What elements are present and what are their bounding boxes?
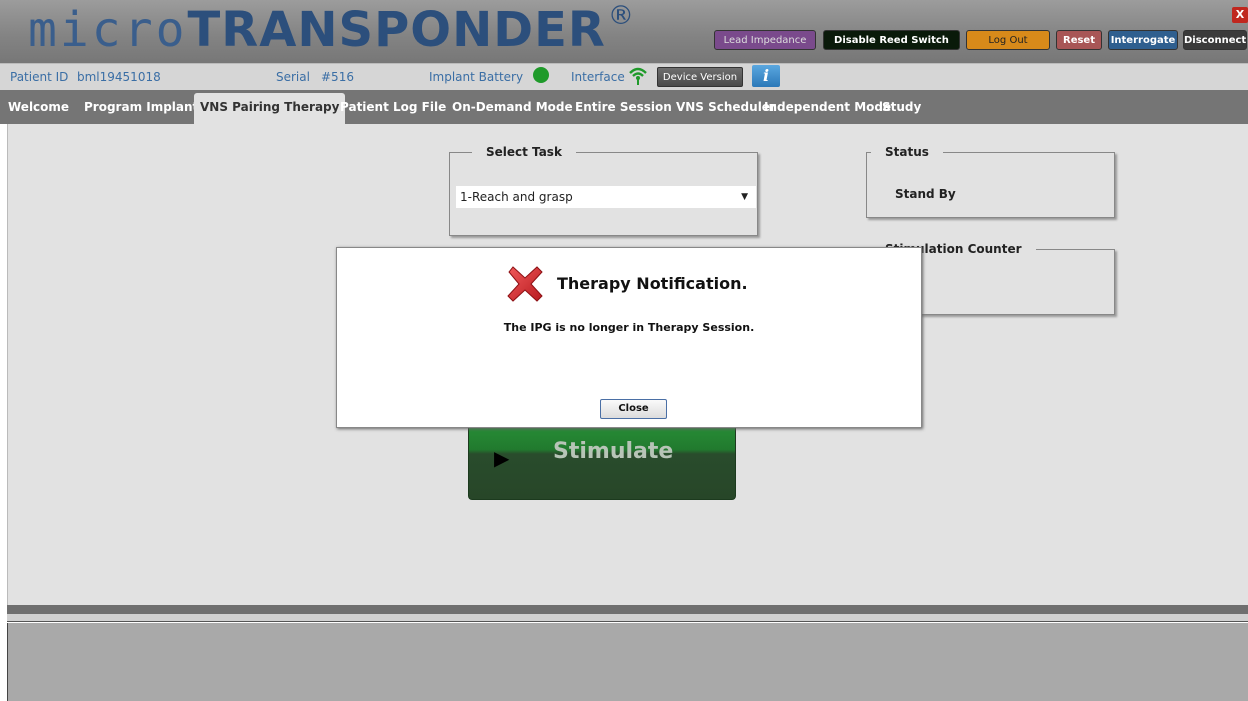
splitter-handle[interactable] (7, 614, 1248, 622)
dialog-title: Therapy Notification. (557, 274, 748, 293)
task-select-dropdown[interactable]: 1-Reach and grasp ▼ (456, 186, 756, 208)
disable-reed-switch-button[interactable]: Disable Reed Switch (823, 30, 960, 50)
serial-label: Serial (276, 70, 310, 84)
patient-id-label: Patient ID (10, 70, 69, 84)
device-version-button[interactable]: Device Version (657, 67, 743, 87)
disconnect-button[interactable]: Disconnect (1183, 30, 1247, 50)
logo-transponder-text: TRANSPONDER (187, 2, 606, 58)
splitter-bar[interactable] (7, 605, 1248, 614)
reset-button[interactable]: Reset (1056, 30, 1102, 50)
tab-program-implant[interactable]: Program Implant (78, 90, 204, 124)
main-tab-bar: Welcome Program Implant VNS Pairing Ther… (0, 90, 1248, 124)
dialog-close-button[interactable]: Close (600, 399, 667, 419)
status-value: Stand By (895, 187, 956, 201)
info-icon[interactable]: i (752, 65, 780, 87)
play-icon: ▶ (494, 446, 510, 470)
interface-label: Interface (571, 70, 625, 84)
tab-entire-session-vns-scheduler[interactable]: Entire Session VNS Scheduler (569, 90, 782, 124)
error-x-icon (507, 266, 543, 302)
logo-registered-mark: ® (607, 1, 634, 31)
status-title: Status (871, 145, 943, 159)
interrogate-button[interactable]: Interrogate (1108, 30, 1178, 50)
tab-on-demand-mode[interactable]: On-Demand Mode (446, 90, 579, 124)
lead-impedance-button[interactable]: Lead Impedance (714, 30, 816, 50)
implant-battery-label: Implant Battery (429, 70, 524, 84)
logo-micro-text: micro (28, 2, 188, 58)
tab-vns-pairing-therapy[interactable]: VNS Pairing Therapy (194, 93, 346, 124)
tab-patient-log-file[interactable]: Patient Log File (334, 90, 452, 124)
log-out-button[interactable]: Log Out (966, 30, 1050, 50)
patient-info-bar: Patient ID bml19451018 Serial #516 Impla… (0, 63, 1248, 90)
tab-study[interactable]: Study (876, 90, 927, 124)
wifi-signal-icon (629, 67, 647, 85)
therapy-notification-dialog: Therapy Notification. The IPG is no long… (336, 247, 922, 428)
battery-status-icon (533, 67, 549, 83)
log-output-pane (7, 623, 1248, 701)
app-header: micro TRANSPONDER ® Lead Impedance Disable… (0, 0, 1248, 63)
stimulate-label: Stimulate (553, 439, 674, 464)
serial-value: #516 (321, 70, 354, 84)
microtransponder-logo: micro TRANSPONDER ® (28, 1, 634, 60)
select-task-group: Select Task 1-Reach and grasp ▼ (449, 145, 758, 236)
select-task-title: Select Task (472, 145, 576, 159)
status-group: Status Stand By (866, 145, 1115, 218)
patient-id-value: bml19451018 (77, 70, 161, 84)
dropdown-arrow-icon: ▼ (741, 192, 748, 202)
task-select-value: 1-Reach and grasp (460, 190, 573, 204)
close-window-button[interactable]: X (1232, 7, 1248, 23)
tab-welcome[interactable]: Welcome (2, 90, 75, 124)
dialog-message: The IPG is no longer in Therapy Session. (503, 321, 755, 334)
